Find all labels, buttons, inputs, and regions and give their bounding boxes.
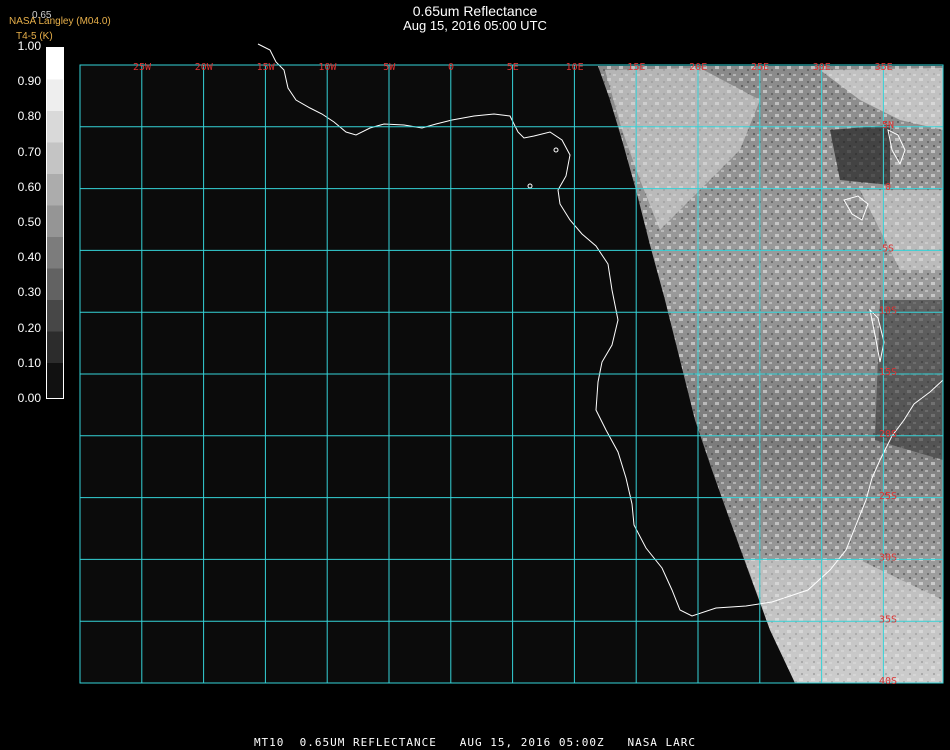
latitude-label: 10S bbox=[879, 305, 897, 316]
latitude-label: 0 bbox=[885, 182, 891, 193]
longitude-label: 5W bbox=[383, 62, 396, 73]
latitude-label: 40S bbox=[879, 676, 897, 687]
longitude-label: 0 bbox=[448, 62, 454, 73]
latitude-label: 5N bbox=[882, 120, 894, 131]
latitude-label: 15S bbox=[879, 367, 897, 378]
longitude-label: 25E bbox=[751, 62, 769, 73]
footer-caption: MT10 0.65UM REFLECTANCE AUG 15, 2016 05:… bbox=[253, 736, 697, 749]
latitude-label: 35S bbox=[879, 614, 897, 625]
latitude-label: 5S bbox=[882, 244, 894, 255]
longitude-label: 15E bbox=[627, 62, 645, 73]
satellite-map: 25W 20W 15W 10W 5W 0 5E 10E 15E 20E 25E 30E 35E 5N 0 5… bbox=[79, 43, 944, 687]
latitude-label: 30S bbox=[879, 553, 897, 564]
longitude-label: 10E bbox=[566, 62, 584, 73]
longitude-label: 20W bbox=[195, 62, 214, 73]
longitude-label: 15W bbox=[257, 62, 276, 73]
longitude-label: 35E bbox=[875, 62, 893, 73]
longitude-label: 5E bbox=[507, 62, 519, 73]
longitude-label: 20E bbox=[689, 62, 707, 73]
latitude-label: 25S bbox=[879, 491, 897, 502]
longitude-label: 10W bbox=[318, 62, 337, 73]
longitude-label: 25W bbox=[133, 62, 152, 73]
latitude-label: 20S bbox=[879, 429, 897, 440]
longitude-label: 30E bbox=[813, 62, 831, 73]
